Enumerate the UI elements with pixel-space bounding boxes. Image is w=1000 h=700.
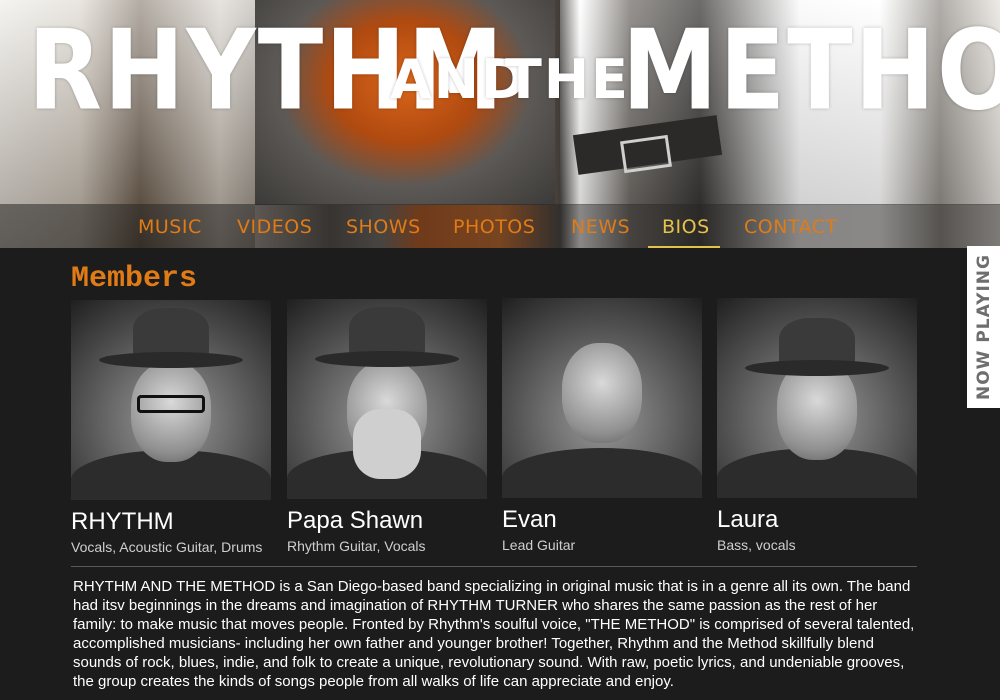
member-card-papa-shawn: Papa Shawn Rhythm Guitar, Vocals: [287, 299, 487, 555]
banner-belt-buckle: [620, 134, 672, 174]
section-divider: [71, 566, 917, 567]
member-photo: [717, 298, 917, 498]
nav-contact[interactable]: CONTACT: [744, 216, 838, 238]
members-heading: Members: [71, 262, 198, 296]
member-role: Bass, vocals: [717, 537, 796, 553]
nav-news[interactable]: NEWS: [571, 216, 630, 238]
logo-word-method: METHOD: [622, 6, 1000, 135]
band-bio-text: RHYTHM AND THE METHOD is a San Diego-bas…: [73, 578, 915, 690]
now-playing-label: NOW PLAYING: [973, 254, 994, 400]
member-photo: [71, 300, 271, 500]
nav-videos[interactable]: VIDEOS: [237, 216, 312, 238]
now-playing-tab[interactable]: NOW PLAYING: [967, 246, 1000, 408]
member-photo: [287, 299, 487, 499]
nav-music[interactable]: MUSIC: [138, 216, 202, 238]
nav-bios[interactable]: BIOS: [662, 216, 710, 238]
member-role: Vocals, Acoustic Guitar, Drums: [71, 539, 263, 555]
member-name: Evan: [502, 506, 557, 533]
member-role: Lead Guitar: [502, 537, 576, 553]
nav-active-indicator: [648, 246, 720, 248]
nav-shows[interactable]: SHOWS: [346, 216, 421, 238]
member-card-laura: Laura Bass, vocals: [717, 298, 917, 554]
member-role: Rhythm Guitar, Vocals: [287, 538, 426, 554]
member-card-evan: Evan Lead Guitar: [502, 298, 702, 554]
header-banner: RHYTHM AND THE METHOD: [0, 0, 1000, 248]
logo-word-the: THE: [505, 48, 630, 111]
member-name: Papa Shawn: [287, 507, 424, 534]
member-name: RHYTHM: [71, 508, 174, 535]
member-card-rhythm: RHYTHM Vocals, Acoustic Guitar, Drums: [71, 300, 271, 556]
nav-photos[interactable]: PHOTOS: [453, 216, 535, 238]
member-name: Laura: [717, 506, 779, 533]
member-photo: [502, 298, 702, 498]
